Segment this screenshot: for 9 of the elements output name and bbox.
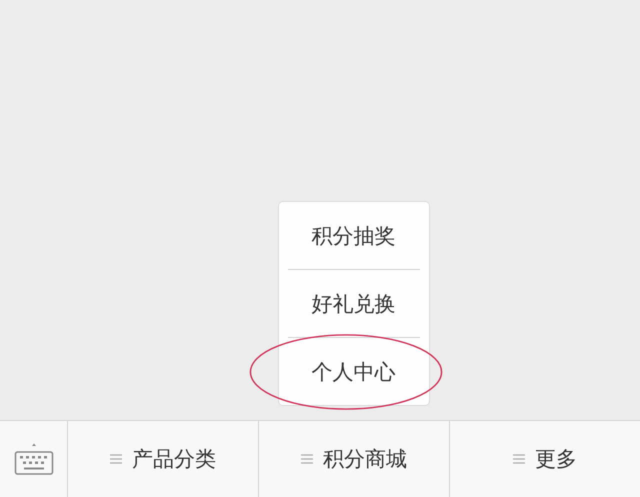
- menu-icon: [513, 454, 525, 464]
- keyboard-icon[interactable]: [14, 442, 54, 476]
- menu-tab[interactable]: 产品分类: [67, 420, 258, 497]
- submenu-item[interactable]: 好礼兑换: [288, 270, 420, 337]
- menu-icon: [110, 454, 122, 464]
- menu-tab[interactable]: 更多: [449, 420, 640, 497]
- menu-icon: [301, 454, 313, 464]
- menu-tab[interactable]: 积分商城: [258, 420, 449, 497]
- submenu-item[interactable]: 积分抽奖: [288, 202, 420, 269]
